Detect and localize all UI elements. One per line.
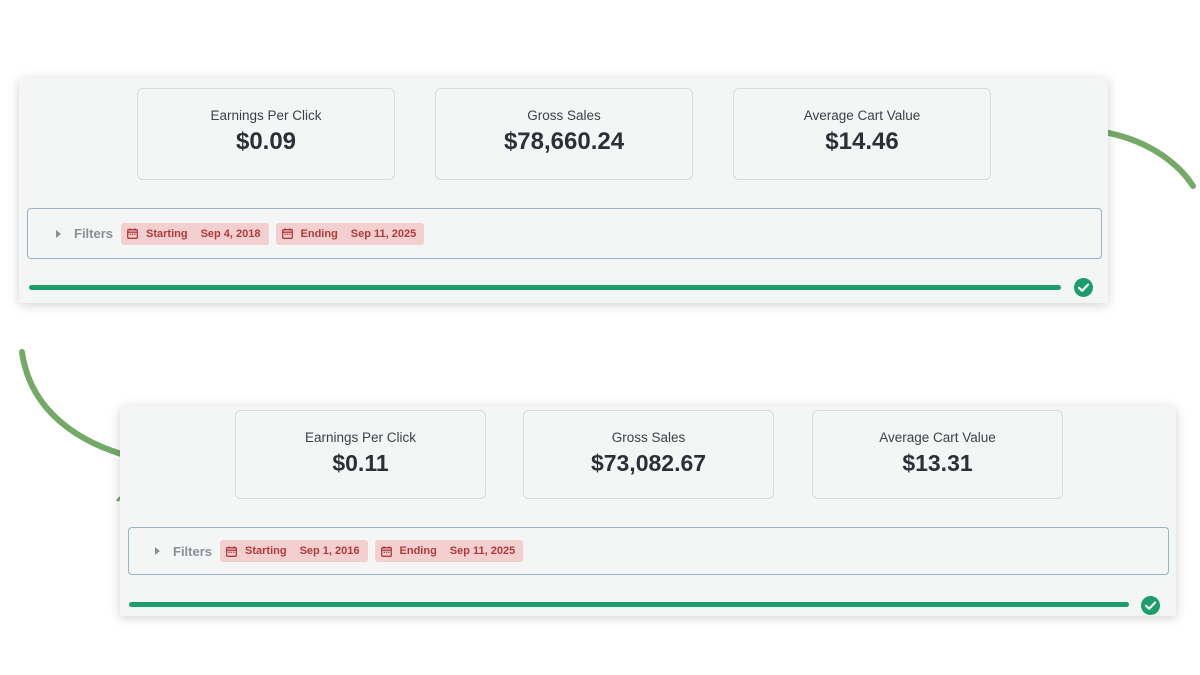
gross-sales-card: Gross Sales $78,660.24 [435,88,693,180]
average-cart-value-card: Average Cart Value $14.46 [733,88,991,180]
progress-bar [129,602,1129,607]
chip-value: Sep 11, 2025 [350,227,417,240]
chip-key: Starting [245,545,287,557]
chip-value: Sep 1, 2016 [299,545,360,557]
card-value: $78,660.24 [503,128,625,155]
filter-bar[interactable]: Filters Starting Sep 1, 2016 Ending Sep … [128,527,1169,575]
chip-value: Sep 11, 2025 [449,545,516,557]
chip-key: Starting [146,227,188,240]
calendar-icon [226,545,237,557]
end-date-chip[interactable]: Ending Sep 11, 2025 [374,540,524,562]
metrics-panel-before: Earnings Per Click $0.09 Gross Sales $78… [19,78,1108,303]
average-cart-value-card: Average Cart Value $13.31 [812,410,1063,499]
progress-bar [29,285,1061,290]
chip-key: Ending [399,545,437,557]
calendar-icon [127,228,138,239]
start-date-chip[interactable]: Starting Sep 1, 2016 [220,540,368,562]
filter-bar[interactable]: Filters Starting Sep 4, 2018 Ending Sep … [27,208,1102,259]
filters-toggle[interactable]: Filters [173,544,212,559]
card-label: Earnings Per Click [304,430,417,445]
calendar-icon [380,545,392,557]
metrics-panel-after: Earnings Per Click $0.11 Gross Sales $73… [120,406,1176,616]
card-label: Gross Sales [527,108,601,123]
start-date-chip[interactable]: Starting Sep 4, 2018 [121,222,269,245]
earnings-per-click-card: Earnings Per Click $0.11 [235,410,486,499]
card-value: $14.46 [825,128,899,155]
check-circle-icon [1141,596,1160,615]
card-label: Gross Sales [611,430,686,445]
card-label: Earnings Per Click [210,108,322,123]
caret-right-icon[interactable] [56,229,61,238]
card-label: Average Cart Value [879,430,996,445]
card-value: $13.31 [902,450,973,476]
calendar-icon [281,228,293,239]
chip-key: Ending [300,227,338,240]
caret-right-icon[interactable] [155,547,160,555]
earnings-per-click-card: Earnings Per Click $0.09 [137,88,395,180]
card-value: $73,082.67 [590,450,707,476]
card-value: $0.09 [235,128,297,155]
card-label: Average Cart Value [803,108,921,123]
card-value: $0.11 [332,450,389,476]
gross-sales-card: Gross Sales $73,082.67 [523,410,774,499]
end-date-chip[interactable]: Ending Sep 11, 2025 [275,222,425,245]
filters-toggle[interactable]: Filters [74,226,113,241]
check-circle-icon [1074,278,1093,297]
chip-value: Sep 4, 2018 [200,227,261,240]
